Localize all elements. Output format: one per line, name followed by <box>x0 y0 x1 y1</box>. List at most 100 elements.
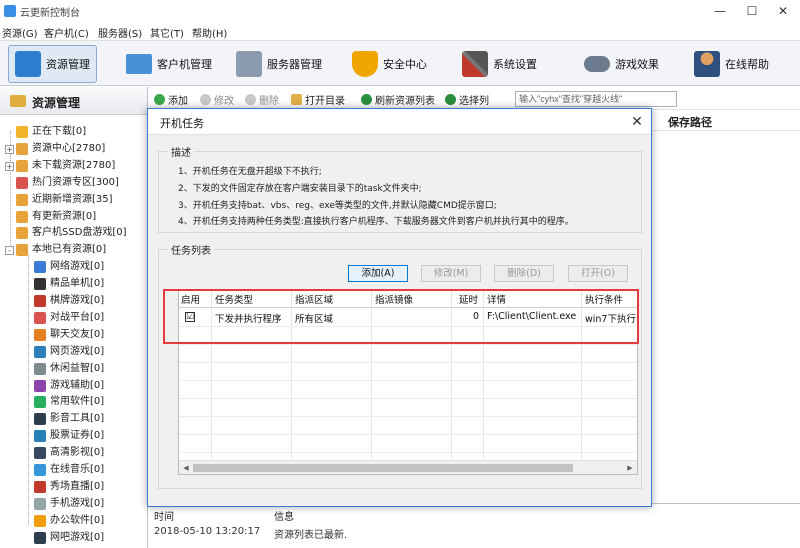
sidebar-item-label: 网页游戏[0] <box>50 345 105 357</box>
toolbar-client-button[interactable]: 客户机管理 <box>120 45 218 83</box>
server-icon <box>236 51 262 77</box>
sidebar-item[interactable]: - 本地已有资源[0] <box>0 242 147 258</box>
sidebar-item-label: 资源中心[2780] <box>32 142 106 154</box>
task-modify-button[interactable]: 修改(M) <box>421 265 481 282</box>
sidebar-item[interactable]: 棋牌游戏[0] <box>0 293 147 309</box>
task-open-button[interactable]: 打开(O) <box>568 265 628 282</box>
menu-server[interactable]: 服务器(S) <box>98 25 142 40</box>
sidebar-item-label: 在线音乐[0] <box>50 464 105 475</box>
person-icon <box>694 51 720 77</box>
media-icon <box>34 413 46 426</box>
sidebar-item[interactable]: + 资源中心[2780] <box>0 141 147 157</box>
sidebar-item-label: 本地已有资源[0] <box>32 244 107 256</box>
res-delete-button[interactable]: 删除 <box>245 92 279 107</box>
description-line-2: 2、下发的文件固定存放在客户端安装目录下的task文件夹中; <box>178 184 422 194</box>
sidebar-item[interactable]: 热门资源专区[300] <box>0 175 147 191</box>
tree-expander-icon[interactable]: - <box>5 246 14 256</box>
minimize-button[interactable]: — <box>705 2 735 20</box>
toolbar-online-help-button[interactable]: 在线帮助 <box>688 45 775 83</box>
sidebar-item[interactable]: 聊天交友[0] <box>0 327 147 343</box>
sidebar-item[interactable]: 正在下载[0] <box>0 124 147 140</box>
sidebar-item[interactable]: 对战平台[0] <box>0 310 147 326</box>
sidebar-item[interactable]: 影音工具[0] <box>0 411 147 427</box>
description-group-title: 描述 <box>168 144 194 159</box>
add-icon <box>154 94 165 105</box>
res-open-dir-button[interactable]: 打开目录 <box>291 92 345 107</box>
battle-icon <box>34 311 46 324</box>
maximize-button[interactable]: ☐ <box>737 2 767 20</box>
sidebar-item-label: 休闲益智[0] <box>50 362 105 374</box>
dialog-title: 开机任务 <box>160 117 204 130</box>
sidebar-item[interactable]: 常用软件[0] <box>0 394 147 410</box>
web-game-icon <box>34 345 46 358</box>
toolbar-resource-button[interactable]: 资源管理 <box>8 45 97 83</box>
resource-icon <box>15 51 41 77</box>
shield-icon <box>352 51 378 77</box>
sidebar-item-label: 对战平台[0] <box>50 311 105 323</box>
res-select-columns-button[interactable]: 选择列 <box>445 92 489 107</box>
menu-help[interactable]: 帮助(H) <box>192 25 227 40</box>
menu-resource[interactable]: 资源(G) <box>2 25 38 40</box>
task-list-group-title: 任务列表 <box>168 242 214 257</box>
log-entry-time: 2018-05-10 13:20:17 <box>154 526 261 537</box>
sidebar-item[interactable]: 股票证券[0] <box>0 428 147 444</box>
sidebar-item[interactable]: + 未下载资源[2780] <box>0 158 147 174</box>
folder-icon <box>16 193 28 206</box>
toolbar-server-button[interactable]: 服务器管理 <box>230 45 328 83</box>
sidebar-item-label: 办公软件[0] <box>50 514 105 526</box>
sidebar-item[interactable]: 办公软件[0] <box>0 513 147 529</box>
scrollbar-thumb[interactable] <box>193 464 573 472</box>
sidebar-item[interactable]: 精品单机[0] <box>0 276 147 292</box>
column-save-path[interactable]: 保存路径 <box>668 114 712 130</box>
edit-icon <box>200 94 211 105</box>
res-refresh-button[interactable]: 刷新资源列表 <box>361 92 435 107</box>
folder-icon <box>16 159 28 172</box>
menu-client[interactable]: 客户机(C) <box>44 25 89 40</box>
monitor-icon <box>126 54 152 74</box>
scroll-left-icon[interactable]: ◀ <box>181 463 191 473</box>
hot-icon <box>16 176 28 189</box>
toolbar-security-button[interactable]: 安全中心 <box>346 45 433 83</box>
sidebar-item[interactable]: 近期新增资源[35] <box>0 192 147 208</box>
sidebar-item[interactable]: 网吧游戏[0] <box>0 530 147 546</box>
tree-expander-icon[interactable]: + <box>5 144 14 154</box>
description-line-3: 3、开机任务支持bat、vbs、reg、exe等类型的文件,并默认隐藏CMD提示… <box>178 201 497 211</box>
res-modify-button[interactable]: 修改 <box>200 92 234 107</box>
menu-other[interactable]: 其它(T) <box>150 25 184 40</box>
sidebar-item[interactable]: 秀场直播[0] <box>0 479 147 495</box>
sidebar-item[interactable]: 网络游戏[0] <box>0 259 147 275</box>
sidebar-item[interactable]: 高清影视[0] <box>0 445 147 461</box>
task-add-button[interactable]: 添加(A) <box>348 265 408 282</box>
toolbar-game-effect-button[interactable]: 游戏效果 <box>578 45 665 83</box>
sidebar-item-label: 正在下载[0] <box>32 126 87 137</box>
mobile-icon <box>34 497 46 510</box>
sidebar-item[interactable]: 手机游戏[0] <box>0 496 147 512</box>
sidebar-item[interactable]: 游戏辅助[0] <box>0 378 147 394</box>
dialog-close-button[interactable]: ✕ <box>626 112 648 132</box>
sidebar-item-label: 股票证券[0] <box>50 430 105 442</box>
folder-icon <box>10 95 26 107</box>
office-icon <box>34 514 46 527</box>
main-toolbar: 资源管理 客户机管理 服务器管理 安全中心 系统设置 游戏效果 在线帮助 <box>0 40 800 86</box>
menu-bar: 资源(G) 客户机(C) 服务器(S) 其它(T) 帮助(H) <box>0 22 800 40</box>
sidebar-item-label: 游戏辅助[0] <box>50 379 105 391</box>
sidebar-item-label: 手机游戏[0] <box>50 497 105 509</box>
description-line-1: 1、开机任务在无盘开超级下不执行; <box>178 167 322 177</box>
sidebar-item[interactable]: 休闲益智[0] <box>0 361 147 377</box>
sidebar-item[interactable]: 有更新资源[0] <box>0 209 147 225</box>
close-button[interactable]: ✕ <box>768 2 798 20</box>
sidebar-item[interactable]: 网页游戏[0] <box>0 344 147 360</box>
horizontal-scrollbar[interactable]: ◀ ▶ <box>179 460 637 474</box>
description-line-4: 4、开机任务支持两种任务类型:直接执行客户机程序、下载服务器文件到客户机并执行其… <box>178 217 574 227</box>
scroll-right-icon[interactable]: ▶ <box>625 463 635 473</box>
sidebar-item[interactable]: 客户机SSD盘游戏[0] <box>0 225 147 241</box>
res-add-button[interactable]: 添加 <box>154 92 188 107</box>
toolbar-settings-button[interactable]: 系统设置 <box>456 45 543 83</box>
stock-icon <box>34 430 46 443</box>
highlight-box <box>163 289 639 344</box>
tree-expander-icon[interactable]: + <box>5 161 14 171</box>
sidebar-item[interactable]: 在线音乐[0] <box>0 462 147 478</box>
resource-search-input[interactable] <box>515 91 677 107</box>
task-delete-button[interactable]: 删除(D) <box>494 265 554 282</box>
sidebar-item-label: 网吧游戏[0] <box>50 531 105 543</box>
